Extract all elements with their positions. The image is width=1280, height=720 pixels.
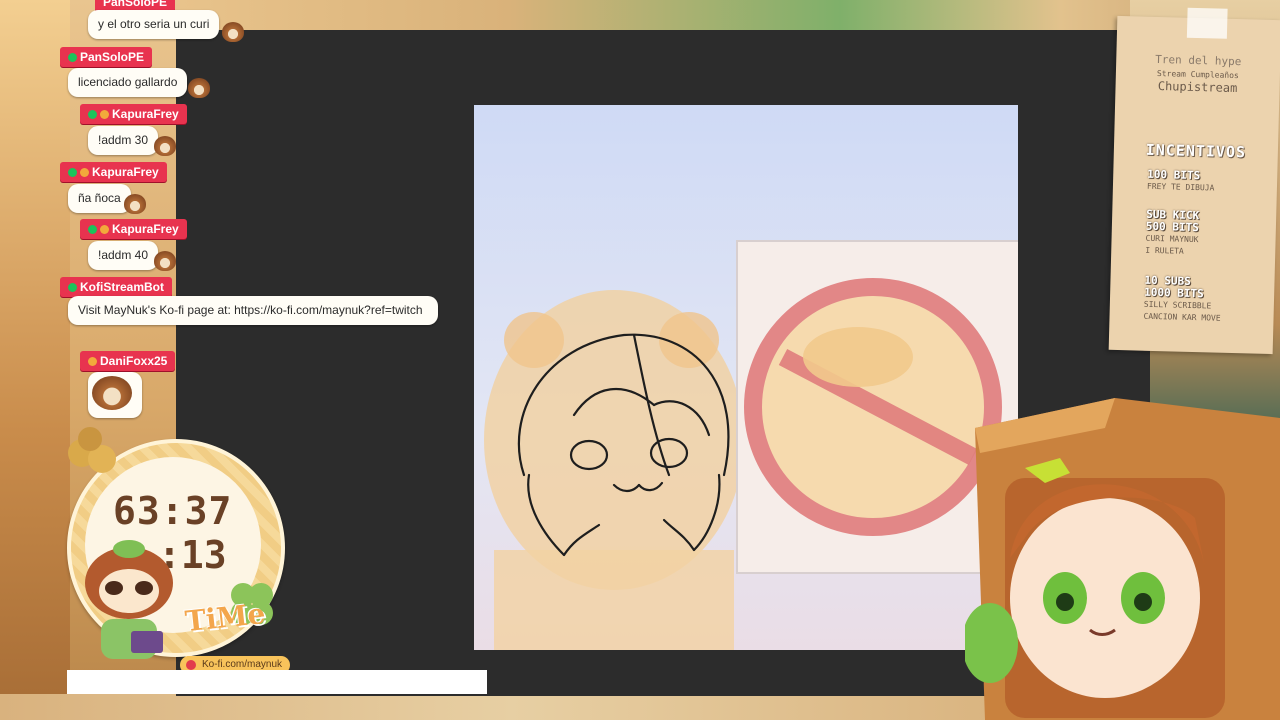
raccoon-emote-icon: [154, 251, 176, 271]
bits-badge-icon: [100, 109, 109, 119]
subathon-timer: 63:37 :13 TiMe: [55, 425, 285, 685]
timer-hours-minutes: 63:37: [113, 489, 233, 533]
chat-overlay: PanSoloPE y el otro seria un curi PanSol…: [0, 0, 460, 430]
chat-username: KapuraFrey: [112, 222, 179, 236]
kofi-link-text: Ko-fi.com/maynuk: [202, 659, 283, 670]
incentive-item: SUB KICK 500 BITS CURI MAYNUK I RULETA: [1145, 208, 1199, 258]
raccoon-emote-icon: [154, 136, 176, 156]
sub-badge-icon: [88, 109, 97, 119]
vtuber-avatar: [965, 398, 1280, 720]
chat-username: KofiStreamBot: [80, 280, 165, 294]
chat-username-badge: KapuraFrey: [60, 162, 167, 182]
chat-username: PanSoloPE: [80, 50, 145, 64]
bits-badge-icon: [80, 167, 89, 177]
chat-message: ña ñoca: [68, 184, 131, 213]
sub-badge-icon: [68, 52, 77, 62]
chat-message: y el otro seria un curi: [88, 10, 220, 39]
chat-username-badge: KapuraFrey: [80, 104, 187, 124]
sub-badge-icon: [68, 167, 77, 177]
card-stream-name: Chupistream: [1157, 78, 1238, 96]
incentive-desc: FREY TE DIBUJA: [1146, 181, 1215, 193]
raccoon-emote-icon: [222, 22, 244, 42]
card-title: Tren del hype: [1155, 52, 1242, 69]
progress-bar: [67, 670, 487, 694]
drawing-canvas[interactable]: [474, 105, 1018, 650]
incentives-card: Tren del hype Stream Cumpleaños Chupistr…: [1108, 7, 1280, 355]
raccoon-emote-icon: [188, 78, 210, 98]
character-sketch: [517, 333, 730, 557]
chat-username-badge: PanSoloPE: [60, 47, 153, 67]
bread-icon: [68, 427, 116, 473]
chat-username-badge: KofiStreamBot: [60, 277, 173, 297]
incentive-item: 100 BITS FREY TE DIBUJA: [1146, 168, 1215, 195]
card-heading: INCENTIVOS: [1145, 140, 1247, 162]
chat-message: !addm 30: [88, 126, 159, 155]
chat-username: DaniFoxx25: [100, 354, 168, 368]
raccoon-mascot-icon: [85, 540, 173, 659]
bot-badge-icon: [68, 282, 77, 292]
raccoon-emote-icon: [92, 376, 132, 410]
chat-message: [88, 372, 142, 418]
timer-label: TiMe: [183, 596, 267, 639]
heart-icon: [186, 660, 196, 670]
chat-message: licenciado gallardo: [68, 68, 188, 97]
incentive-desc: CANCION KAR MOVE: [1143, 311, 1221, 323]
tape-decoration: [1186, 7, 1228, 39]
raccoon-emote-icon: [124, 194, 146, 214]
chat-message: Visit MayNuk's Ko-fi page at: https://ko…: [68, 296, 438, 325]
chat-username-badge: KapuraFrey: [80, 219, 187, 239]
sub-badge-icon: [88, 224, 97, 234]
chat-username-badge: DaniFoxx25: [80, 351, 176, 371]
bits-badge-icon: [88, 356, 97, 366]
incentive-item: 10 SUBS 1000 BITS SILLY SCRIBBLE CANCION…: [1143, 274, 1221, 325]
chat-username: KapuraFrey: [112, 107, 179, 121]
bits-badge-icon: [100, 224, 109, 234]
chat-message: !addm 40: [88, 241, 159, 270]
chat-username: KapuraFrey: [92, 165, 159, 179]
incentive-desc: I RULETA: [1145, 245, 1184, 256]
